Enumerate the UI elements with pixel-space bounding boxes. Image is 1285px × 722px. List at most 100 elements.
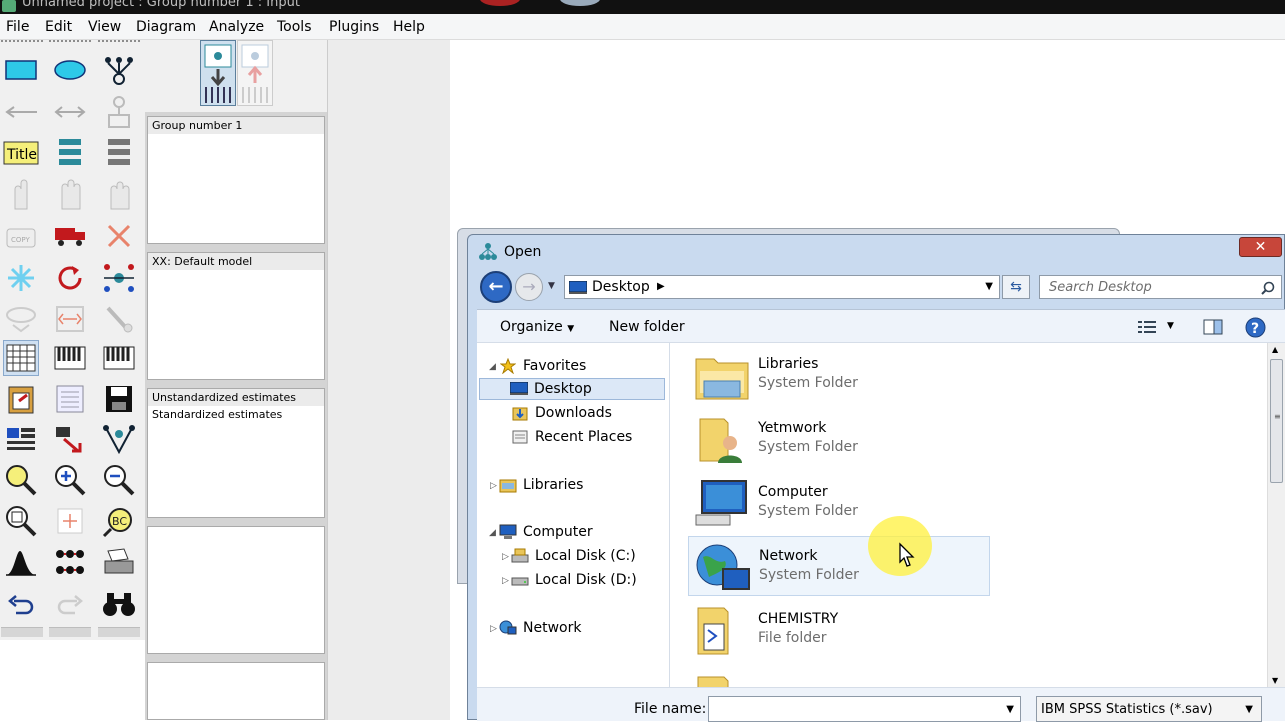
file-item-network[interactable]: Network System Folder <box>688 536 990 596</box>
nav-local-disk-c[interactable]: Local Disk (C:) <box>511 545 636 567</box>
file-item-user[interactable]: Yetmwork System Folder <box>688 409 990 469</box>
file-item-computer[interactable]: Computer System Folder <box>688 473 990 533</box>
view-text-icon[interactable] <box>52 381 88 417</box>
move-parameter-icon[interactable] <box>3 301 39 337</box>
rotate-indicators-icon[interactable] <box>52 260 88 296</box>
file-item-chemistry[interactable]: CHEMISTRY File folder <box>688 600 990 660</box>
nav-favorites[interactable]: Favorites <box>499 355 586 377</box>
scroll-up-icon[interactable]: ▲ <box>1272 345 1278 354</box>
deselect-hand-icon[interactable] <box>101 177 137 213</box>
nav-desktop[interactable]: Desktop <box>479 378 665 400</box>
nav-computer[interactable]: Computer <box>499 521 593 543</box>
view-input-path-diagram-icon[interactable] <box>200 40 236 106</box>
nav-network[interactable]: Network <box>499 617 581 639</box>
preserve-symmetries-icon[interactable] <box>101 422 137 458</box>
menu-diagram[interactable]: Diagram <box>136 19 196 35</box>
refresh-button[interactable]: ⇆ <box>1002 275 1030 299</box>
redo-icon[interactable] <box>52 586 88 622</box>
file-name-input[interactable]: ▼ <box>708 696 1021 722</box>
change-shape-icon[interactable] <box>3 260 39 296</box>
select-one-hand-icon[interactable] <box>3 177 39 213</box>
file-name-dropdown-icon[interactable]: ▼ <box>1006 704 1014 715</box>
specification-search-binoculars-icon[interactable] <box>101 586 137 622</box>
loupe-icon[interactable]: BC <box>101 503 137 539</box>
menu-help[interactable]: Help <box>393 19 425 35</box>
undo-icon[interactable] <box>3 586 39 622</box>
forward-button[interactable]: → <box>515 273 543 301</box>
reflect-indicators-icon[interactable] <box>101 260 137 296</box>
menu-analyze[interactable]: Analyze <box>209 19 264 35</box>
draw-latent-indicator-icon[interactable] <box>101 52 137 88</box>
object-properties-icon[interactable] <box>3 422 39 458</box>
groups-list[interactable]: Group number 1 <box>147 116 325 244</box>
back-button[interactable]: ← <box>480 271 512 303</box>
draw-observed-variable-icon[interactable] <box>3 52 39 88</box>
toolbar-grip[interactable] <box>1 627 43 637</box>
title-tool-icon[interactable]: Title <box>3 135 39 171</box>
search-box[interactable]: Search Desktop <box>1039 275 1282 299</box>
erase-object-icon[interactable] <box>101 218 137 254</box>
analysis-properties-icon[interactable] <box>52 340 88 376</box>
move-object-truck-icon[interactable] <box>52 218 88 254</box>
estimate-item-standardized[interactable]: Standardized estimates <box>152 408 320 421</box>
file-type-select[interactable]: IBM SPSS Statistics (*.sav) ▼ <box>1036 696 1262 722</box>
view-dropdown-icon[interactable]: ▼ <box>1167 321 1174 331</box>
unique-variable-icon[interactable] <box>101 94 137 130</box>
scrollbar-thumb[interactable]: ≡ <box>1270 359 1283 483</box>
view-options-icon[interactable] <box>1137 320 1157 334</box>
view-output-path-diagram-icon[interactable] <box>237 40 273 106</box>
new-folder-button[interactable]: New folder <box>609 319 685 335</box>
file-item-partial[interactable] <box>688 669 990 687</box>
expand-disk-c-icon[interactable]: ▷ <box>502 552 509 562</box>
expand-computer-icon[interactable]: ◢ <box>489 528 496 538</box>
fit-to-page-icon[interactable] <box>52 503 88 539</box>
expand-libraries-icon[interactable]: ▷ <box>490 481 497 491</box>
zoom-area-icon[interactable] <box>3 462 39 498</box>
list-variables-dataset-icon[interactable] <box>101 135 137 171</box>
close-button[interactable]: ✕ <box>1239 237 1282 257</box>
preview-pane-icon[interactable] <box>1203 319 1223 335</box>
zoom-in-icon[interactable] <box>52 462 88 498</box>
save-diagram-icon[interactable] <box>101 381 137 417</box>
scroll-down-icon[interactable]: ▼ <box>1272 676 1278 685</box>
single-arrow-icon[interactable] <box>3 94 39 130</box>
estimate-item-unstandardized[interactable]: Unstandardized estimates <box>148 389 324 406</box>
help-icon[interactable]: ? <box>1245 317 1266 338</box>
menu-file[interactable]: File <box>6 19 29 35</box>
file-item-libraries[interactable]: Libraries System Folder <box>688 345 990 405</box>
scroll-diagram-icon[interactable] <box>52 301 88 337</box>
select-all-hand-icon[interactable] <box>52 177 88 213</box>
toolbar-grip[interactable] <box>49 627 91 637</box>
list-variables-model-icon[interactable] <box>52 135 88 171</box>
nav-libraries[interactable]: Libraries <box>499 474 583 496</box>
organize-button[interactable]: Organize ▼ <box>500 319 574 335</box>
copy-diagram-clipboard-icon[interactable] <box>3 381 39 417</box>
expand-network-icon[interactable]: ▷ <box>490 624 497 634</box>
expand-favorites-icon[interactable]: ◢ <box>489 362 496 372</box>
select-data-files-icon[interactable] <box>3 340 39 376</box>
estimates-list[interactable]: Unstandardized estimates Standardized es… <box>147 388 325 518</box>
menu-plugins[interactable]: Plugins <box>329 19 379 35</box>
address-bar[interactable]: Desktop ▶ ▼ <box>564 275 1000 299</box>
model-item[interactable]: XX: Default model <box>148 253 324 270</box>
recent-locations-dropdown-icon[interactable]: ▼ <box>548 281 555 291</box>
nav-downloads[interactable]: Downloads <box>511 402 612 424</box>
zoom-out-icon[interactable] <box>101 462 137 498</box>
search-icon[interactable] <box>1261 281 1275 295</box>
double-arrow-icon[interactable] <box>52 94 88 130</box>
address-dropdown-icon[interactable]: ▼ <box>985 281 993 292</box>
print-diagram-icon[interactable] <box>101 545 137 581</box>
zoom-page-icon[interactable] <box>3 503 39 539</box>
drag-properties-icon[interactable] <box>52 422 88 458</box>
nav-local-disk-d[interactable]: Local Disk (D:) <box>511 569 637 591</box>
nav-recent-places[interactable]: Recent Places <box>511 426 632 448</box>
calculate-estimates-icon[interactable] <box>101 340 137 376</box>
expand-disk-d-icon[interactable]: ▷ <box>502 576 509 586</box>
copy-object-icon[interactable]: COPY <box>3 218 39 254</box>
menu-edit[interactable]: Edit <box>45 19 72 35</box>
menu-tools[interactable]: Tools <box>277 19 312 35</box>
file-list-scrollbar[interactable]: ▲ ≡ ▼ <box>1267 343 1285 687</box>
touch-up-icon[interactable] <box>101 301 137 337</box>
toolbar-grip[interactable] <box>98 627 140 637</box>
group-item[interactable]: Group number 1 <box>148 117 324 134</box>
